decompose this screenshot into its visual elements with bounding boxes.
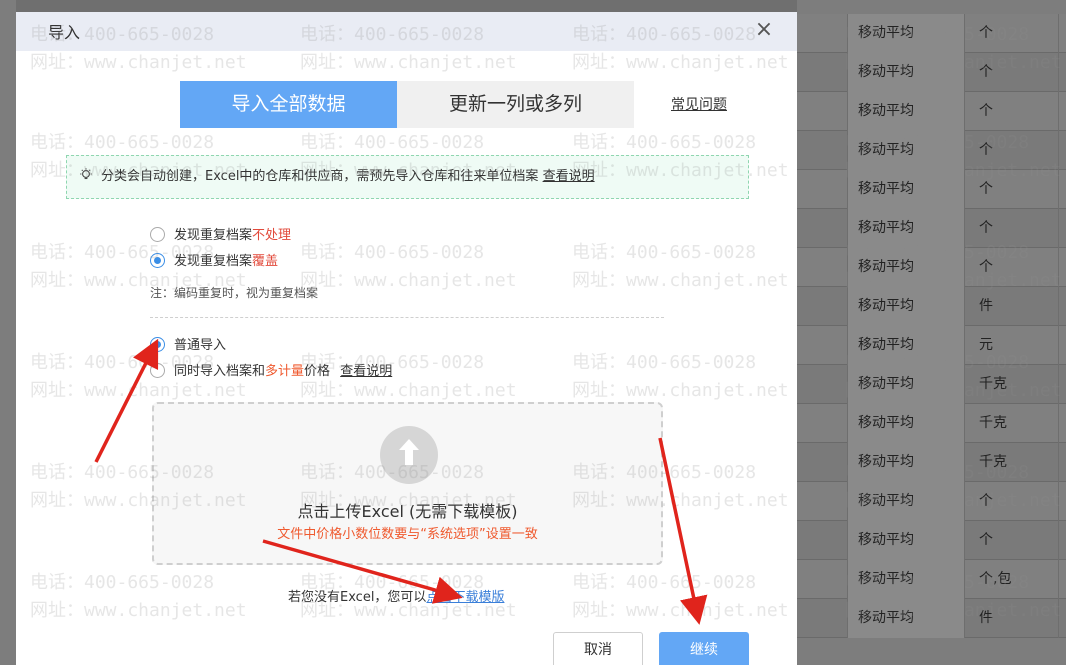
table-row: 移动平均 千克 bbox=[797, 365, 1066, 404]
tab-import-all[interactable]: 导入全部数据 bbox=[180, 81, 397, 128]
radio-circle-selected[interactable] bbox=[150, 337, 165, 352]
cancel-button[interactable]: 取消 bbox=[553, 632, 643, 665]
radio-label: 同时导入档案和 bbox=[174, 364, 266, 379]
cost-method-cell: 移动平均 bbox=[847, 326, 965, 365]
download-template-line: 若您没有Excel，您可以点击下载模版 bbox=[288, 586, 504, 605]
dimmed-overlay-left bbox=[0, 0, 16, 665]
table-row: 移动平均个 bbox=[797, 131, 1066, 170]
cost-method-cell: 移动平均 bbox=[847, 599, 965, 638]
divider bbox=[150, 317, 664, 318]
cost-method-cell: 移动平均 bbox=[847, 131, 965, 170]
multi-unit-help-link[interactable]: 查看说明 bbox=[340, 364, 392, 379]
table-row: 移动平均 千克 bbox=[797, 404, 1066, 443]
import-dialog: 导入 × 导入全部数据 更新一列或多列 常见问题 分类会自动创建，Excel中的… bbox=[16, 12, 797, 665]
download-template-link[interactable]: 点击下载模版 bbox=[426, 590, 504, 605]
table-row: 移动平均件 bbox=[797, 287, 1066, 326]
radio-normal-import[interactable]: 普通导入 bbox=[150, 336, 226, 356]
import-tabs: 导入全部数据 更新一列或多列 bbox=[180, 81, 634, 128]
table-row: 移动平均个 bbox=[797, 92, 1066, 131]
radio-label-suffix: 价格 bbox=[304, 364, 331, 379]
unit-cell: 个 bbox=[969, 482, 1059, 521]
continue-button[interactable]: 继续 bbox=[659, 632, 749, 665]
upload-text: 点击上传Excel (无需下载模板) bbox=[297, 502, 518, 521]
cost-method-cell: 移动平均 bbox=[847, 560, 965, 599]
radio-duplicate-ignore[interactable]: 发现重复档案不处理 bbox=[150, 226, 291, 246]
radio-label-highlight: 多计量 bbox=[265, 364, 305, 379]
download-prefix: 若您没有Excel，您可以 bbox=[288, 590, 427, 605]
dialog-header: 导入 × bbox=[16, 12, 797, 51]
table-row: 移动平均个 bbox=[797, 53, 1066, 92]
unit-cell: 个 bbox=[969, 209, 1059, 248]
cost-method-cell: 移动平均 bbox=[847, 482, 965, 521]
table-row: 移动平均个 bbox=[797, 209, 1066, 248]
table-row: 移动平均个 bbox=[797, 170, 1066, 209]
table-row: 移动平均个 bbox=[797, 521, 1066, 560]
unit-cell: 个 bbox=[969, 131, 1059, 170]
unit-cell: 个 bbox=[969, 53, 1059, 92]
duplicate-note: 注：编码重复时，视为重复档案 bbox=[150, 286, 319, 300]
table-row: 移动平均 个,包 bbox=[797, 560, 1066, 599]
unit-cell: 个 bbox=[969, 248, 1059, 287]
radio-duplicate-overwrite[interactable]: 发现重复档案覆盖 bbox=[150, 252, 278, 272]
unit-cell: 个 bbox=[969, 14, 1059, 53]
cost-method-cell: 移动平均 bbox=[847, 404, 965, 443]
table-row: 移动平均个 bbox=[797, 482, 1066, 521]
cost-method-cell: 移动平均 bbox=[847, 170, 965, 209]
radio-circle[interactable] bbox=[150, 227, 165, 242]
unit-cell: 件 bbox=[969, 599, 1059, 638]
table-row: 移动平均个 bbox=[797, 14, 1066, 53]
cost-method-cell: 移动平均 bbox=[847, 521, 965, 560]
notice-text: 分类会自动创建，Excel中的仓库和供应商，需预先导入仓库和往来单位档案 bbox=[101, 169, 539, 184]
cost-method-cell: 移动平均 bbox=[847, 287, 965, 326]
unit-cell: 个 bbox=[969, 170, 1059, 209]
unit-cell: 个,包 bbox=[969, 560, 1059, 599]
table-row: 移动平均个 bbox=[797, 248, 1066, 287]
unit-cell: 千克 bbox=[969, 404, 1059, 443]
table-row: 移动平均件 bbox=[797, 599, 1066, 638]
background-table: 移动平均个移动平均个移动平均个移动平均个移动平均个移动平均个移动平均个移动平均件… bbox=[797, 0, 1066, 665]
radio-circle[interactable] bbox=[150, 363, 165, 378]
lightbulb-icon bbox=[79, 156, 95, 197]
radio-label: 普通导入 bbox=[174, 338, 227, 353]
radio-label-highlight: 覆盖 bbox=[252, 254, 279, 269]
notice-banner: 分类会自动创建，Excel中的仓库和供应商，需预先导入仓库和往来单位档案 查看说… bbox=[66, 155, 749, 199]
table-row: 移动平均元 bbox=[797, 326, 1066, 365]
radio-label: 发现重复档案 bbox=[174, 254, 253, 269]
cost-method-cell: 移动平均 bbox=[847, 248, 965, 287]
unit-cell: 件 bbox=[969, 287, 1059, 326]
table-row: 移动平均 千克 bbox=[797, 443, 1066, 482]
faq-link[interactable]: 常见问题 bbox=[671, 94, 727, 114]
unit-cell: 千克 bbox=[969, 443, 1059, 482]
radio-multi-unit-import[interactable]: 同时导入档案和多计量价格 查看说明 bbox=[150, 362, 392, 382]
dimmed-overlay-top bbox=[16, 0, 797, 12]
cost-method-cell: 移动平均 bbox=[847, 365, 965, 404]
radio-circle-selected[interactable] bbox=[150, 253, 165, 268]
cost-method-cell: 移动平均 bbox=[847, 92, 965, 131]
notice-help-link[interactable]: 查看说明 bbox=[543, 169, 595, 184]
tab-update-columns[interactable]: 更新一列或多列 bbox=[397, 81, 634, 128]
upload-dropzone[interactable]: 点击上传Excel (无需下载模板) 文件中价格小数位数要与“系统选项”设置一致 bbox=[152, 402, 663, 565]
radio-label: 发现重复档案 bbox=[174, 228, 253, 243]
upload-icon bbox=[380, 426, 438, 484]
cost-method-cell: 移动平均 bbox=[847, 209, 965, 248]
unit-cell: 元 bbox=[969, 326, 1059, 365]
unit-cell: 个 bbox=[969, 521, 1059, 560]
screen: 移动平均个移动平均个移动平均个移动平均个移动平均个移动平均个移动平均个移动平均件… bbox=[0, 0, 1066, 665]
cost-method-cell: 移动平均 bbox=[847, 53, 965, 92]
cost-method-cell: 移动平均 bbox=[847, 14, 965, 53]
dialog-title: 导入 bbox=[48, 23, 81, 42]
cost-method-cell: 移动平均 bbox=[847, 443, 965, 482]
close-icon[interactable]: × bbox=[751, 17, 777, 43]
unit-cell: 千克 bbox=[969, 365, 1059, 404]
unit-cell: 个 bbox=[969, 92, 1059, 131]
radio-label-highlight: 不处理 bbox=[252, 228, 292, 243]
upload-hint: 文件中价格小数位数要与“系统选项”设置一致 bbox=[277, 527, 538, 542]
